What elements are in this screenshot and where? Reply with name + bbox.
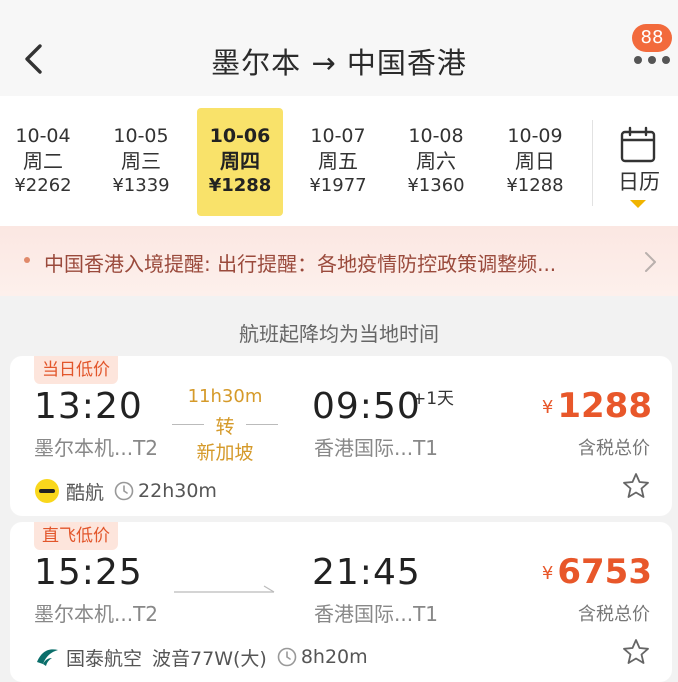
calendar-icon bbox=[620, 126, 656, 163]
total-duration: 22h30m bbox=[138, 480, 217, 502]
entry-notice-banner[interactable]: 中国香港入境提醒: 出行提醒：各地疫情防控政策调整频... bbox=[0, 226, 678, 296]
more-dots-icon bbox=[632, 56, 672, 66]
aircraft-type: 波音77W(大) bbox=[152, 647, 267, 670]
price-tag: 直飞低价 bbox=[34, 522, 118, 550]
tax-included-label: 含税总价 bbox=[578, 438, 650, 459]
currency-symbol: ¥ bbox=[541, 397, 554, 418]
flight-card[interactable]: 当日低价 13:20 墨尔本机...T2 11h30m 转 新加坡 09:50 … bbox=[10, 356, 672, 516]
date-price: ¥1288 bbox=[208, 175, 272, 196]
date-item-10-05[interactable]: 10-05 周三 ¥1339 bbox=[98, 108, 184, 216]
date-item-10-06[interactable]: 10-06 周四 ¥1288 bbox=[197, 108, 283, 216]
currency-symbol: ¥ bbox=[541, 563, 554, 584]
direct-route-arrow-icon bbox=[174, 585, 275, 593]
date-item-10-09[interactable]: 10-09 周日 ¥1288 bbox=[492, 108, 578, 216]
transfer-city: 新加坡 bbox=[196, 442, 254, 464]
timezone-note: 航班起降均为当地时间 bbox=[239, 322, 439, 346]
price-tag: 当日低价 bbox=[34, 356, 118, 384]
notification-badge: 88 bbox=[632, 24, 672, 52]
date-price: ¥1339 bbox=[112, 175, 170, 196]
clock-icon bbox=[277, 647, 297, 667]
leg-duration: 11h30m bbox=[187, 386, 263, 407]
tax-included-label: 含税总价 bbox=[578, 604, 650, 625]
date-price: ¥2262 bbox=[14, 175, 72, 196]
price: ¥6753 bbox=[542, 552, 652, 592]
next-day-indicator: +1天 bbox=[412, 389, 455, 409]
departure-time: 13:20 bbox=[34, 386, 143, 427]
chevron-right-icon bbox=[645, 252, 656, 272]
weekday-label: 周二 bbox=[23, 149, 63, 173]
header: 墨尔本 → 中国香港 88 bbox=[0, 0, 678, 96]
star-icon[interactable] bbox=[622, 472, 650, 500]
date-divider bbox=[592, 120, 593, 206]
airline-info: 酷航 22h30m bbox=[34, 476, 227, 506]
notice-text: 中国香港入境提醒: 出行提醒：各地疫情防控政策调整频... bbox=[44, 252, 557, 276]
departure-time: 15:25 bbox=[34, 552, 143, 593]
arrival-airport: 香港国际...T1 bbox=[314, 436, 439, 460]
calendar-button[interactable]: 日历 bbox=[600, 120, 678, 220]
date-label: 10-09 bbox=[507, 125, 563, 147]
cathay-logo-icon bbox=[37, 649, 58, 666]
arrival-airport: 香港国际...T1 bbox=[314, 602, 439, 626]
date-item-10-07[interactable]: 10-07 周五 ¥1977 bbox=[295, 108, 381, 216]
caret-down-icon bbox=[630, 200, 646, 208]
total-duration: 8h20m bbox=[300, 646, 368, 668]
weekday-label: 周五 bbox=[318, 149, 358, 173]
weekday-label: 周六 bbox=[416, 149, 456, 173]
star-icon[interactable] bbox=[622, 638, 650, 666]
page-title: 墨尔本 → 中国香港 bbox=[211, 46, 467, 80]
more-menu-button[interactable]: 88 bbox=[624, 20, 674, 70]
scoot-logo-icon bbox=[35, 479, 59, 503]
arrival-time: 09:50 bbox=[312, 386, 421, 427]
clock-icon bbox=[114, 481, 134, 501]
weekday-label: 周日 bbox=[515, 149, 555, 173]
departure-airport: 墨尔本机...T2 bbox=[34, 602, 159, 626]
airline-info: 国泰航空 波音77W(大) 8h20m bbox=[34, 642, 378, 672]
bullet-dot bbox=[24, 257, 30, 263]
airline-name: 国泰航空 bbox=[66, 647, 143, 670]
date-item-10-04[interactable]: 10-04 周二 ¥2262 bbox=[0, 108, 86, 216]
price-amount: 6753 bbox=[557, 552, 652, 592]
date-label: 10-08 bbox=[408, 125, 464, 147]
date-price: ¥1360 bbox=[407, 175, 465, 196]
weekday-label: 周三 bbox=[121, 149, 161, 173]
date-price: ¥1288 bbox=[506, 175, 564, 196]
price-amount: 1288 bbox=[557, 386, 652, 426]
date-price: ¥1977 bbox=[309, 175, 367, 196]
date-label: 10-06 bbox=[209, 125, 271, 147]
transfer-label: 转 bbox=[215, 416, 235, 438]
date-label: 10-04 bbox=[15, 125, 71, 147]
date-item-10-08[interactable]: 10-08 周六 ¥1360 bbox=[393, 108, 479, 216]
date-label: 10-07 bbox=[310, 125, 366, 147]
price: ¥1288 bbox=[542, 386, 652, 426]
airline-name: 酷航 bbox=[66, 481, 105, 504]
weekday-label: 周四 bbox=[220, 149, 260, 173]
departure-airport: 墨尔本机...T2 bbox=[34, 436, 159, 460]
arrival-time: 21:45 bbox=[312, 552, 421, 593]
route-connection: 11h30m 转 新加坡 bbox=[170, 386, 280, 476]
flight-card[interactable]: 直飞低价 15:25 墨尔本机...T2 21:45 香港国际...T1 ¥67… bbox=[10, 522, 672, 682]
date-selector: 10-04 周二 ¥2262 10-05 周三 ¥1339 10-06 周四 ¥… bbox=[0, 96, 678, 226]
calendar-label: 日历 bbox=[618, 170, 660, 194]
date-label: 10-05 bbox=[113, 125, 169, 147]
